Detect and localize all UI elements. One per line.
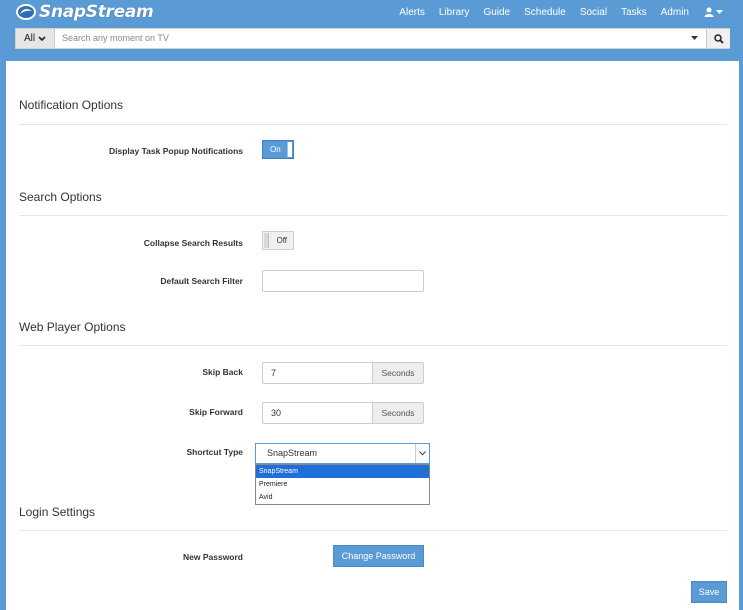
section-title-search: Search Options [19, 190, 102, 204]
default-filter-label: Default Search Filter [160, 276, 243, 286]
shortcut-type-value: SnapStream [267, 448, 318, 458]
snapstream-logo-icon [16, 4, 36, 20]
nav-admin[interactable]: Admin [661, 7, 689, 18]
section-title-login: Login Settings [19, 505, 96, 519]
user-icon [704, 7, 714, 17]
caret-down-icon[interactable] [691, 36, 698, 41]
section-title-notification: Notification Options [19, 98, 124, 112]
shortcut-type-dropdown: SnapStream Premiere Avid [255, 464, 430, 505]
divider [19, 215, 727, 216]
skip-forward-input[interactable]: 30 [262, 402, 373, 424]
divider [19, 345, 727, 346]
skip-back-group: 7 Seconds [262, 362, 424, 384]
nav-alerts[interactable]: Alerts [399, 7, 425, 18]
skip-back-input[interactable]: 7 [262, 362, 373, 384]
collapse-search-toggle[interactable]: Off [262, 231, 294, 250]
search-bar: All Search any moment on TV [15, 28, 730, 49]
shortcut-type-label: Shortcut Type [186, 447, 243, 457]
collapse-search-label: Collapse Search Results [143, 238, 243, 248]
shortcut-option-premiere[interactable]: Premiere [256, 478, 429, 491]
toggle-knob [264, 233, 269, 248]
user-menu[interactable] [704, 7, 723, 17]
skip-forward-unit: Seconds [373, 402, 424, 424]
shortcut-type-select[interactable]: SnapStream [255, 443, 430, 464]
shortcut-option-avid[interactable]: Avid [256, 491, 429, 504]
popup-notifications-toggle[interactable]: On [262, 140, 294, 159]
shortcut-option-snapstream[interactable]: SnapStream [256, 465, 429, 478]
skip-forward-group: 30 Seconds [262, 402, 424, 424]
new-password-label: New Password [183, 552, 243, 562]
settings-panel: Notification Options Display Task Popup … [6, 61, 739, 610]
popup-notifications-label: Display Task Popup Notifications [109, 146, 243, 156]
skip-back-label: Skip Back [202, 367, 243, 377]
search-icon [713, 33, 724, 44]
section-title-player: Web Player Options [19, 320, 126, 334]
nav-tasks[interactable]: Tasks [621, 7, 647, 18]
chevron-down-icon [38, 35, 46, 41]
skip-forward-label: Skip Forward [189, 407, 243, 417]
default-filter-input[interactable] [262, 270, 424, 292]
nav-guide[interactable]: Guide [483, 7, 510, 18]
brand-logo[interactable]: SnapStream [15, 2, 154, 22]
skip-back-unit: Seconds [373, 362, 424, 384]
nav-schedule[interactable]: Schedule [524, 7, 566, 18]
divider [19, 124, 727, 125]
save-button[interactable]: Save [691, 581, 727, 603]
search-input[interactable]: Search any moment on TV [62, 29, 169, 48]
chevron-down-icon [716, 9, 723, 14]
nav-library[interactable]: Library [439, 7, 470, 18]
toggle-knob [287, 142, 292, 157]
toggle-state: On [270, 145, 281, 154]
change-password-button[interactable]: Change Password [333, 545, 424, 567]
divider [19, 530, 727, 531]
main-nav: Alerts Library Guide Schedule Social Tas… [392, 0, 743, 24]
search-button[interactable] [706, 29, 730, 48]
chevron-down-icon [415, 444, 429, 463]
search-scope-dropdown[interactable]: All [16, 29, 55, 48]
nav-social[interactable]: Social [580, 7, 607, 18]
toggle-state: Off [276, 236, 287, 245]
top-navbar: SnapStream Alerts Library Guide Schedule… [0, 0, 743, 24]
brand-name: SnapStream [39, 2, 154, 22]
search-scope-label: All [23, 33, 36, 44]
